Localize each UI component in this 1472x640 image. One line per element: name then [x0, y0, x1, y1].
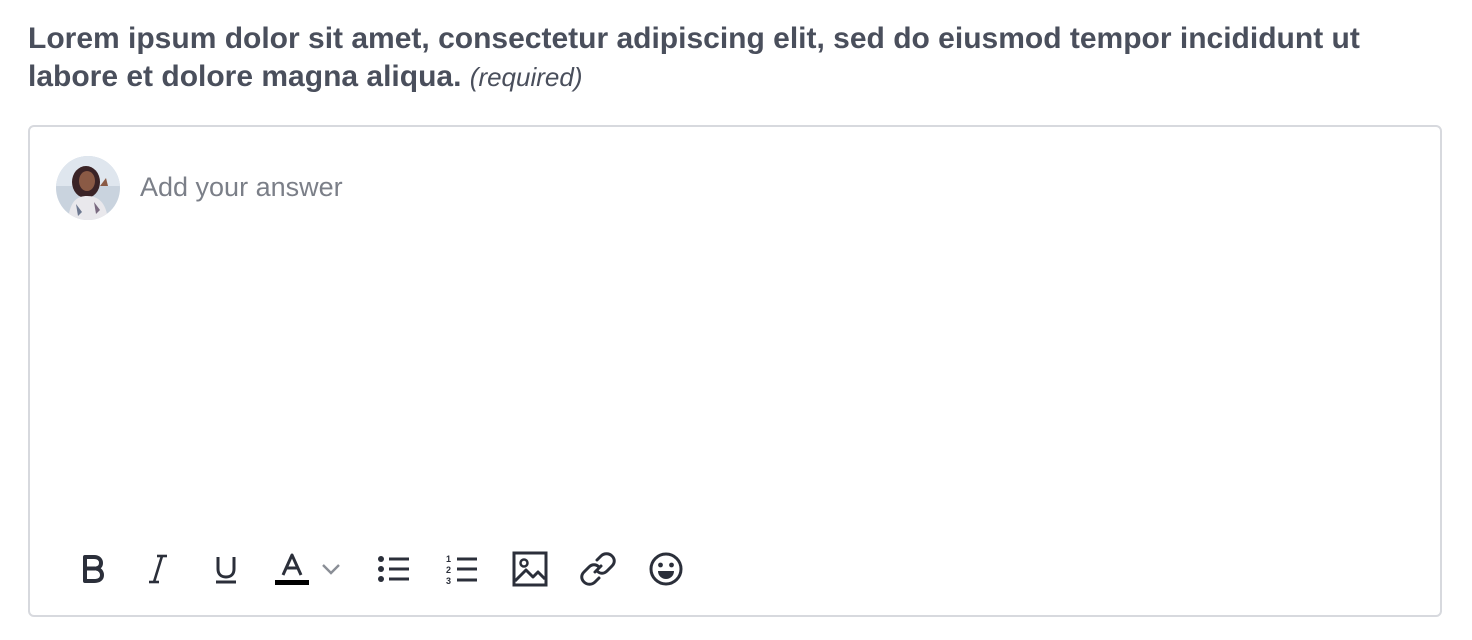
required-indicator: (required) — [469, 62, 583, 92]
insert-emoji-button[interactable] — [644, 547, 688, 591]
svg-text:1: 1 — [446, 554, 451, 564]
image-icon — [512, 551, 548, 587]
link-icon — [580, 552, 616, 586]
text-color-button[interactable] — [272, 547, 312, 591]
insert-image-button[interactable] — [508, 547, 552, 591]
text-color-icon — [275, 553, 309, 585]
svg-text:2: 2 — [446, 565, 451, 575]
bulleted-list-button[interactable] — [372, 547, 416, 591]
numbered-list-button[interactable]: 1 2 3 — [440, 547, 484, 591]
svg-text:3: 3 — [446, 576, 451, 586]
italic-button[interactable] — [136, 547, 180, 591]
bulleted-list-icon — [378, 556, 409, 582]
answer-input[interactable] — [140, 163, 1400, 211]
user-avatar — [56, 156, 120, 220]
numbered-list-icon: 1 2 3 — [446, 554, 477, 586]
italic-icon — [149, 554, 167, 584]
question-text: Lorem ipsum dolor sit amet, consectetur … — [28, 22, 1360, 93]
question-label: Lorem ipsum dolor sit amet, consectetur … — [28, 20, 1428, 96]
chevron-down-icon — [322, 564, 340, 575]
bold-icon — [83, 555, 104, 583]
underline-button[interactable] — [204, 547, 248, 591]
insert-link-button[interactable] — [576, 547, 620, 591]
underline-icon — [216, 557, 236, 584]
bold-button[interactable] — [70, 547, 114, 591]
text-color-dropdown[interactable] — [318, 547, 344, 591]
avatar-photo-icon — [56, 156, 120, 220]
emoji-icon — [649, 552, 683, 586]
answer-editor[interactable]: 1 2 3 — [28, 125, 1442, 617]
